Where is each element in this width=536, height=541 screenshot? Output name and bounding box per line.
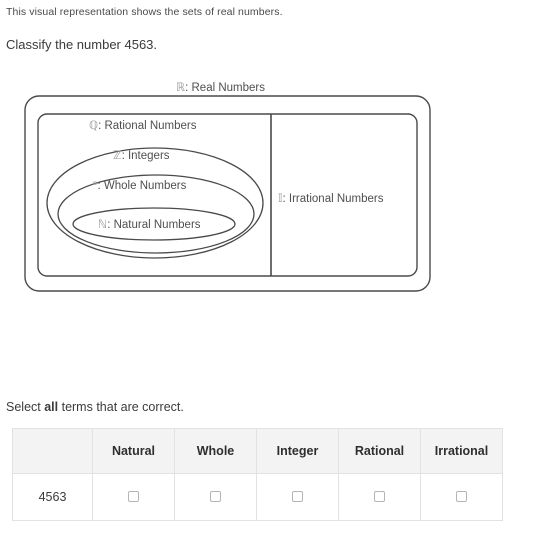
- label-integers: : Integers: [122, 150, 170, 162]
- table-corner-header: [12, 428, 93, 474]
- classification-table: Natural Whole Integer Rational Irrationa…: [12, 428, 503, 521]
- checkbox-rational[interactable]: [374, 491, 385, 503]
- column-header-whole: Whole: [174, 428, 257, 474]
- natural-numbers-set-text: ℕ: Natural Numbers: [98, 217, 201, 231]
- integers-set-text: ℤ: Integers: [113, 148, 170, 162]
- cell-irrational: [420, 473, 503, 521]
- cell-integer: [256, 473, 339, 521]
- select-all-prompt: Select all terms that are correct.: [6, 400, 184, 414]
- cell-natural: [92, 473, 175, 521]
- table-row: 4563: [12, 473, 503, 521]
- label-real: : Real Numbers: [185, 82, 265, 94]
- cell-whole: [174, 473, 257, 521]
- select-prompt-before: Select: [6, 400, 45, 414]
- real-numbers-venn-diagram: ℝ: Real Numbers ℚ: Rational Numbers ℤ: I…: [0, 70, 460, 302]
- checkbox-irrational[interactable]: [456, 491, 467, 503]
- checkbox-whole[interactable]: [210, 491, 221, 503]
- select-prompt-emphasis: all: [44, 400, 59, 414]
- column-header-integer: Integer: [256, 428, 339, 474]
- select-prompt-after: terms that are correct.: [58, 400, 184, 414]
- integers-ellipse: [46, 147, 264, 259]
- irrational-set-text: 𝕀: Irrational Numbers: [278, 191, 384, 205]
- label-natural: : Natural Numbers: [107, 219, 201, 231]
- column-header-natural: Natural: [92, 428, 175, 474]
- rational-set-text: ℚ: Rational Numbers: [89, 118, 197, 132]
- label-irrational: : Irrational Numbers: [283, 193, 384, 205]
- label-whole: : Whole Numbers: [98, 180, 187, 192]
- classification-table-wrapper: Natural Whole Integer Rational Irrationa…: [12, 428, 503, 521]
- row-label-number: 4563: [12, 473, 93, 521]
- symbol-rational: ℚ: [89, 118, 98, 132]
- label-rational: : Rational Numbers: [98, 120, 197, 132]
- column-header-rational: Rational: [338, 428, 421, 474]
- column-header-irrational: Irrational: [420, 428, 503, 474]
- instruction-description: This visual representation shows the set…: [6, 6, 283, 18]
- question-prompt: Classify the number 4563.: [6, 37, 158, 52]
- checkbox-natural[interactable]: [128, 491, 139, 503]
- symbol-natural: ℕ: [98, 217, 107, 231]
- symbol-real: ℝ: [176, 80, 185, 94]
- table-header-row: Natural Whole Integer Rational Irrationa…: [12, 428, 503, 474]
- diagram-title-symbol: ℝ: Real Numbers: [176, 80, 265, 94]
- whole-numbers-set-text: ᵄ: Whole Numbers: [93, 178, 187, 192]
- cell-rational: [338, 473, 421, 521]
- checkbox-integer[interactable]: [292, 491, 303, 503]
